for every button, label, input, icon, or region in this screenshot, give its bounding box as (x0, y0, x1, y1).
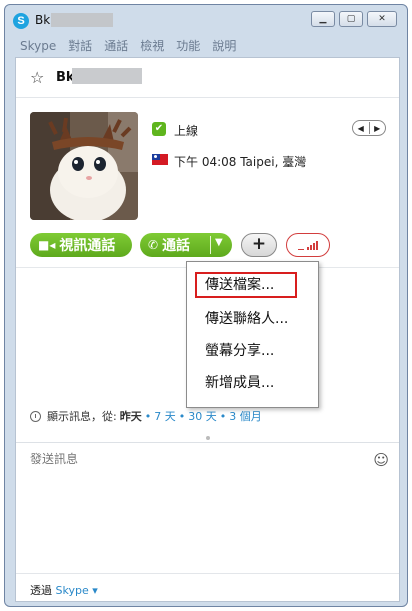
add-menu-dropdown: 傳送檔案... 傳送聯絡人... 螢幕分享... 新增成員... (186, 261, 319, 408)
menu-screen-share[interactable]: 螢幕分享... (195, 338, 274, 364)
menu-help[interactable]: 說明 (207, 37, 243, 55)
minimize-button[interactable]: ▁ (311, 11, 335, 27)
menu-view[interactable]: 檢視 (135, 37, 171, 55)
via-label: 透過 Skype ▾ (30, 582, 98, 598)
history-current: 昨天 (119, 410, 142, 423)
skype-logo-icon: S (13, 13, 29, 29)
footer: 透過 Skype ▾ (16, 573, 399, 603)
taiwan-flag-icon (152, 154, 168, 165)
separator-dot: • (178, 409, 186, 423)
message-history-filter: 顯示訊息，從: 昨天 • 7 天 • 30 天 • 3 個月 (30, 408, 262, 424)
message-input[interactable]: 發送訊息 (30, 450, 78, 467)
menu-bar: Skype 對話 通話 檢視 功能 說明 (15, 37, 243, 55)
history-prefix: 顯示訊息，從: (47, 410, 117, 423)
via-prefix: 透過 (30, 584, 52, 597)
call-button-divider (210, 236, 211, 254)
window-controls: ▁ ▢ ✕ (311, 11, 397, 27)
local-time: 下午 04:08 Taipei, 臺灣 (174, 155, 307, 169)
call-quality-button[interactable] (286, 233, 330, 257)
phone-icon: ✆ (148, 238, 159, 252)
online-status-icon: ✔ (152, 122, 166, 136)
signal-bar-icon (310, 245, 312, 250)
maximize-button[interactable]: ▢ (339, 11, 363, 27)
history-option-3-months[interactable]: 3 個月 (229, 408, 262, 424)
menu-add-member[interactable]: 新增成員... (195, 370, 274, 396)
chevron-down-icon[interactable]: ▼ (215, 237, 223, 248)
close-button[interactable]: ✕ (367, 11, 397, 27)
menu-call[interactable]: 通話 (99, 37, 135, 55)
call-button[interactable]: ✆ 通話 ▼ (140, 233, 232, 257)
contact-header: ☆ Bk (16, 58, 399, 98)
menu-send-contact[interactable]: 傳送聯絡人... (195, 306, 288, 332)
redacted-name-block (72, 68, 142, 84)
video-call-label: 視訊通話 (59, 238, 116, 254)
separator-dot: • (219, 409, 227, 423)
composer-divider (16, 442, 399, 443)
separator-dot: • (144, 409, 152, 423)
profile-nav-toggle[interactable]: ◀ ▶ (352, 120, 386, 136)
chevron-right-icon[interactable]: ▶ (370, 124, 386, 133)
resize-handle[interactable] (206, 436, 210, 440)
redacted-title-block (51, 13, 113, 27)
history-option-7-days[interactable]: 7 天 (154, 408, 176, 424)
avatar[interactable] (30, 112, 138, 220)
menu-skype[interactable]: Skype (15, 37, 63, 55)
signal-bar-icon (316, 241, 318, 250)
call-label: 通話 (162, 238, 191, 254)
emoticon-icon[interactable]: ☺ (373, 451, 389, 469)
title-bar: S Bk ▁ ▢ ✕ (5, 5, 407, 35)
favorite-star-icon[interactable]: ☆ (30, 68, 44, 87)
window-title: Bk (35, 13, 51, 27)
status-text: 上線 (174, 124, 199, 138)
clock-icon (30, 410, 41, 422)
chevron-left-icon[interactable]: ◀ (353, 124, 369, 133)
menu-send-file[interactable]: 傳送檔案... (195, 272, 297, 298)
signal-bar-icon (307, 247, 309, 250)
menu-tools[interactable]: 功能 (171, 37, 207, 55)
via-service-selector[interactable]: Skype ▾ (56, 584, 98, 597)
signal-bar-icon (313, 243, 315, 250)
menu-conversation[interactable]: 對話 (63, 37, 99, 55)
via-service-name: Skype (55, 584, 89, 597)
cat-avatar-image (30, 112, 138, 220)
add-button[interactable]: + (241, 233, 277, 257)
signal-base-icon (298, 249, 304, 250)
history-option-30-days[interactable]: 30 天 (188, 408, 217, 424)
video-call-button[interactable]: ■◂ 視訊通話 (30, 233, 132, 257)
video-camera-icon: ■◂ (38, 238, 56, 252)
